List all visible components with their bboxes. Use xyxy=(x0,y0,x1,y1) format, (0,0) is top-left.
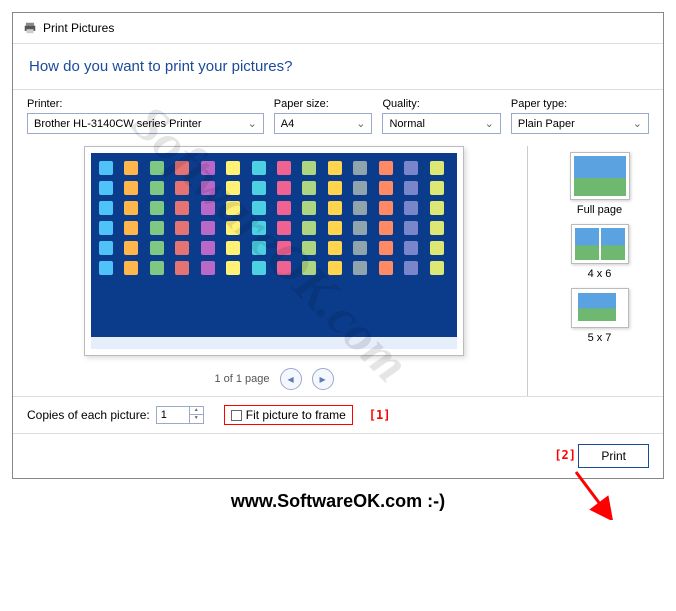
paper-type-label: Paper type: xyxy=(511,98,649,110)
copies-value: 1 xyxy=(157,407,189,423)
quality-value: Normal xyxy=(389,118,424,130)
spinner-up-icon[interactable]: ▲ xyxy=(190,407,203,415)
chevron-down-icon: ⌄ xyxy=(485,117,494,130)
printer-option: Printer: Brother HL-3140CW series Printe… xyxy=(27,98,264,134)
fit-to-frame-label: Fit picture to frame xyxy=(246,408,346,422)
layout-templates: Full page 4 x 6 5 x 7 xyxy=(527,146,663,396)
options-row: Printer: Brother HL-3140CW series Printe… xyxy=(13,90,663,138)
pager-text: 1 of 1 page xyxy=(214,373,269,385)
fit-to-frame-group: Fit picture to frame xyxy=(224,405,353,425)
paper-size-select[interactable]: A4 ⌄ xyxy=(274,113,373,134)
triangle-right-icon: ▶ xyxy=(319,375,325,384)
printer-select[interactable]: Brother HL-3140CW series Printer ⌄ xyxy=(27,113,264,134)
footer-brand: www.SoftwareOK.com :-) xyxy=(12,491,664,512)
paper-size-value: A4 xyxy=(281,118,294,130)
pager: 1 of 1 page ◀ ▶ xyxy=(27,368,521,396)
next-page-button[interactable]: ▶ xyxy=(312,368,334,390)
printer-label: Printer: xyxy=(27,98,264,110)
arrow-icon xyxy=(574,470,614,520)
header: How do you want to print your pictures? xyxy=(13,43,663,90)
paper-size-option: Paper size: A4 ⌄ xyxy=(274,98,373,134)
triangle-left-icon: ◀ xyxy=(287,375,293,384)
template-4x6[interactable]: 4 x 6 xyxy=(536,224,663,280)
template-label: Full page xyxy=(577,204,622,216)
quality-label: Quality: xyxy=(382,98,500,110)
chevron-down-icon: ⌄ xyxy=(356,117,365,130)
paper-type-select[interactable]: Plain Paper ⌄ xyxy=(511,113,649,134)
header-question: How do you want to print your pictures? xyxy=(29,58,647,75)
preview-area: 1 of 1 page ◀ ▶ xyxy=(27,146,521,396)
spinner-down-icon[interactable]: ▼ xyxy=(190,415,203,423)
copies-spinner[interactable]: 1 ▲ ▼ xyxy=(156,406,204,424)
content-area: 1 of 1 page ◀ ▶ Full page 4 x 6 5 x 7 xyxy=(13,138,663,396)
prev-page-button[interactable]: ◀ xyxy=(280,368,302,390)
copies-label: Copies of each picture: xyxy=(27,408,150,422)
paper-type-value: Plain Paper xyxy=(518,118,575,130)
preview-image xyxy=(91,153,457,349)
template-5x7[interactable]: 5 x 7 xyxy=(536,288,663,344)
chevron-down-icon: ⌄ xyxy=(248,117,257,130)
template-full-page[interactable]: Full page xyxy=(536,152,663,216)
taskbar xyxy=(91,337,457,349)
printer-icon xyxy=(23,21,37,35)
template-label: 4 x 6 xyxy=(588,268,612,280)
bottom-row: Copies of each picture: 1 ▲ ▼ Fit pictur… xyxy=(13,396,663,433)
print-pictures-window: Print Pictures How do you want to print … xyxy=(12,12,664,479)
chevron-down-icon: ⌄ xyxy=(633,117,642,130)
page-preview xyxy=(84,146,464,356)
titlebar: Print Pictures xyxy=(13,13,663,43)
quality-select[interactable]: Normal ⌄ xyxy=(382,113,500,134)
annotation-1: [1] xyxy=(369,408,391,422)
quality-option: Quality: Normal ⌄ xyxy=(382,98,500,134)
annotation-2: [2] xyxy=(554,448,576,462)
template-label: 5 x 7 xyxy=(588,332,612,344)
window-title: Print Pictures xyxy=(43,21,114,35)
paper-size-label: Paper size: xyxy=(274,98,373,110)
paper-type-option: Paper type: Plain Paper ⌄ xyxy=(511,98,649,134)
print-button[interactable]: Print xyxy=(578,444,649,468)
fit-to-frame-checkbox[interactable] xyxy=(231,410,242,421)
printer-value: Brother HL-3140CW series Printer xyxy=(34,118,202,130)
